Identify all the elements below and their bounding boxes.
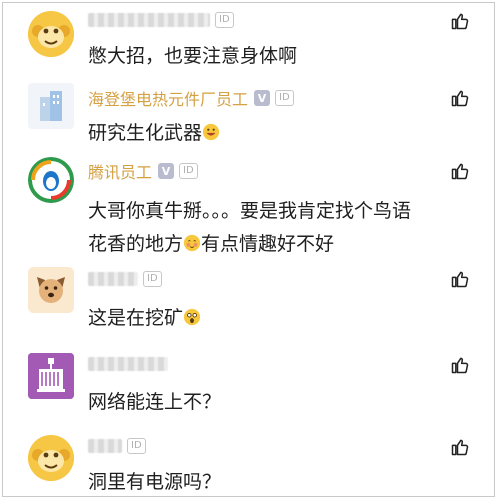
comment-text-part: 花香的地方 xyxy=(88,233,184,255)
comment-item: ID 憋大招，也要注意身体啊 xyxy=(3,3,494,83)
id-badge: ID xyxy=(127,438,146,454)
monkey-avatar-icon[interactable] xyxy=(28,11,74,57)
username[interactable]: 腾讯员工 xyxy=(88,159,152,183)
grinning-emoji xyxy=(202,123,220,141)
thumbs-up-icon[interactable] xyxy=(450,269,470,289)
verified-v-icon: V xyxy=(158,163,175,179)
username-redacted xyxy=(88,13,210,27)
comment-item: ID 网络能连上不？ xyxy=(3,347,494,429)
comment-text-line1: 大哥你真牛掰。。。要是我肯定找个鸟语 xyxy=(88,200,412,222)
id-badge: ID xyxy=(215,12,234,28)
crate-avatar-icon[interactable] xyxy=(28,353,74,399)
thumbs-up-icon[interactable] xyxy=(450,88,470,108)
thumbs-up-icon[interactable] xyxy=(450,161,470,181)
id-badge: ID xyxy=(275,90,294,106)
username[interactable]: 海登堡电热元件厂员工 xyxy=(88,86,248,110)
comment-text-content: 研究生化武器 xyxy=(88,122,203,144)
comment-text: 洞里有电源吗？ xyxy=(88,471,222,493)
monkey-avatar-icon[interactable] xyxy=(28,435,74,481)
comment-text: 网络能连上不？ xyxy=(88,391,222,413)
id-badge: ID xyxy=(143,271,162,287)
username-redacted xyxy=(88,357,168,371)
comment-text: 憋大招，也要注意身体啊 xyxy=(88,45,298,67)
shocked-emoji xyxy=(183,308,201,326)
thumbs-up-icon[interactable] xyxy=(450,437,470,457)
penguin-logo-avatar-icon[interactable] xyxy=(28,157,74,203)
buildings-avatar-icon[interactable] xyxy=(28,83,74,129)
comment-list: ID 憋大招，也要注意身体啊 海登堡电热元件厂员工 V ID 研究生化武器 腾讯… xyxy=(2,2,495,497)
comment-text: 研究生化武器 xyxy=(88,116,454,150)
id-badge: ID xyxy=(179,163,198,179)
comment-item: 腾讯员工 V ID 大哥你真牛掰。。。要是我肯定找个鸟语 花香的地方 有点情趣好不… xyxy=(3,153,494,261)
comment-item: ID 这是在挖矿 xyxy=(3,261,494,347)
verified-v-icon: V xyxy=(254,90,271,106)
comment-text: 这是在挖矿 xyxy=(88,301,454,335)
comment-item: 海登堡电热元件厂员工 V ID 研究生化武器 xyxy=(3,83,494,153)
dog-avatar-icon[interactable] xyxy=(28,267,74,313)
thumbs-up-icon[interactable] xyxy=(450,355,470,375)
username-redacted xyxy=(88,272,138,286)
comment-item: ID 洞里有电源吗？ xyxy=(3,429,494,496)
thumbs-up-icon[interactable] xyxy=(450,11,470,31)
username-redacted xyxy=(88,439,122,453)
comment-text-content: 这是在挖矿 xyxy=(88,307,184,329)
blushing-emoji xyxy=(183,234,201,252)
comment-text-line2: 花香的地方 有点情趣好不好 xyxy=(88,227,454,261)
comment-text-part: 有点情趣好不好 xyxy=(201,233,335,255)
